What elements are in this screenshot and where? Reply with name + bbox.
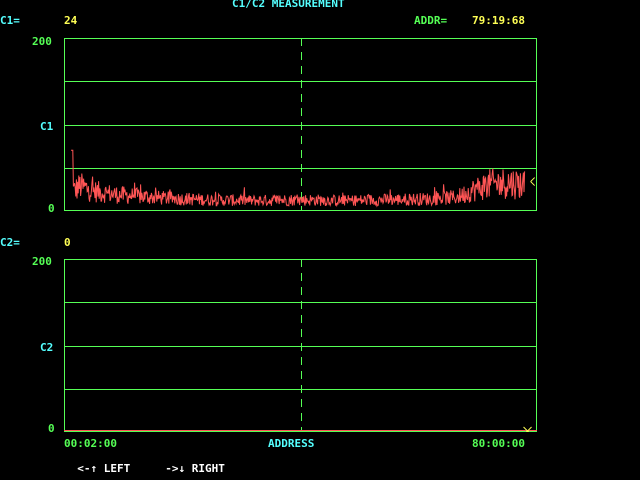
x-axis-start-label: 00:02:00 bbox=[64, 437, 117, 450]
c2-y-zero-label: 0 bbox=[48, 422, 55, 435]
c1-chart-svg bbox=[64, 38, 537, 211]
c2-y-mid-label: C2 bbox=[40, 341, 54, 354]
nav-right-hint[interactable]: ->↓ RIGHT bbox=[152, 451, 225, 475]
c2-chart-svg bbox=[64, 259, 537, 432]
chart-frame bbox=[64, 259, 537, 432]
c1-y-max-label: 200 bbox=[32, 35, 52, 48]
marker-stroke bbox=[530, 181, 535, 186]
c2-label: C2= bbox=[0, 236, 20, 249]
c1-label: C1= bbox=[0, 14, 20, 27]
nav-left-label: LEFT bbox=[103, 462, 131, 475]
left-arrow-text: <- bbox=[77, 462, 91, 475]
c1-chart bbox=[64, 38, 537, 211]
c2-value: 0 bbox=[64, 236, 71, 249]
c1-y-zero-label: 0 bbox=[48, 202, 55, 215]
nav-right-label: RIGHT bbox=[191, 462, 225, 475]
data-marker bbox=[530, 177, 535, 186]
screen-title: C1/C2 MEASUREMENT bbox=[232, 0, 345, 10]
chart-frame bbox=[64, 38, 537, 211]
c1-value: 24 bbox=[64, 14, 78, 27]
x-axis-title: ADDRESS bbox=[268, 437, 315, 450]
c2-chart bbox=[64, 259, 537, 432]
down-arrow-icon: ↓ bbox=[178, 462, 186, 475]
nav-left-hint[interactable]: <-↑ LEFT bbox=[64, 451, 130, 475]
data-trace bbox=[71, 149, 526, 208]
right-arrow-text: -> bbox=[165, 462, 179, 475]
c2-y-max-label: 200 bbox=[32, 255, 52, 268]
addr-value: 79:19:68 bbox=[472, 14, 525, 27]
c1-y-mid-label: C1 bbox=[40, 120, 54, 133]
x-axis-end-label: 80:00:00 bbox=[472, 437, 525, 450]
addr-label: ADDR= bbox=[414, 14, 448, 27]
up-arrow-icon: ↑ bbox=[90, 462, 98, 475]
marker-stroke bbox=[530, 177, 535, 182]
